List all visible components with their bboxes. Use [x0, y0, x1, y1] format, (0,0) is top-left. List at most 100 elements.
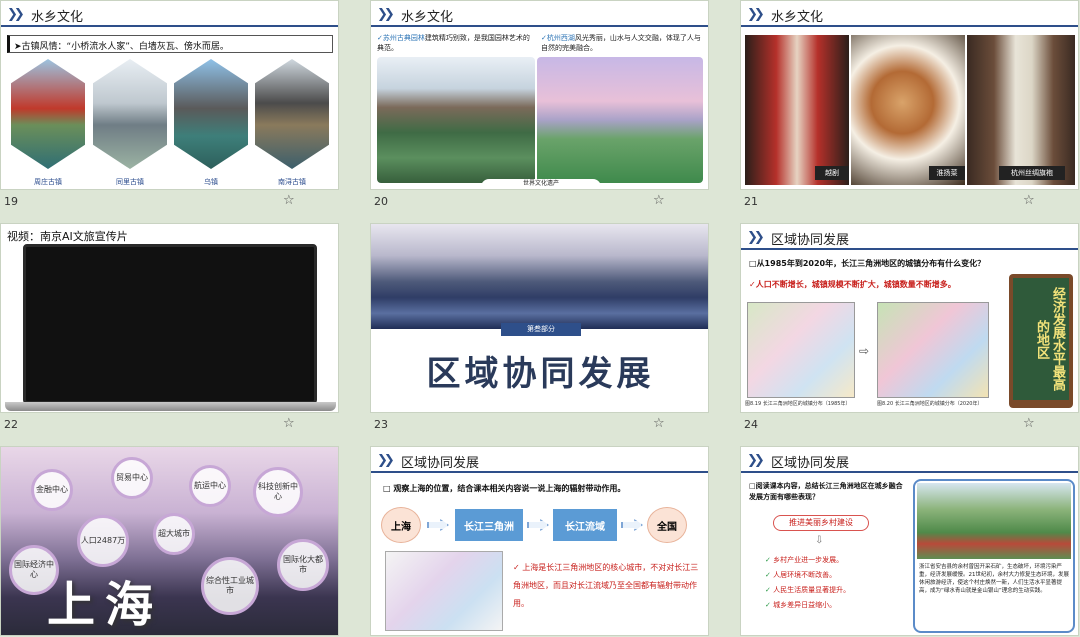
double-chevron-icon: ❯❯	[377, 453, 395, 468]
town-photo	[174, 59, 248, 169]
slide-title: 水乡文化	[771, 10, 824, 25]
list-item: ✓ 人居环境不断改善。	[765, 571, 837, 579]
bubble: 人口2487万	[77, 515, 129, 567]
left-description: ✓苏州古典园林建筑精巧别致，是我国园林艺术的典范。	[377, 34, 530, 52]
arrow-right-icon	[527, 519, 549, 531]
bubble: 综合性工业城市	[201, 557, 259, 615]
silk-qipao-photo	[967, 35, 1075, 185]
slide-number: 20	[374, 195, 388, 208]
answer-text: ✓ 上海是长江三角洲地区的核心城市，不对对长江三角洲地区，而且对长江流域乃至全国…	[513, 563, 699, 608]
slide-title: 区域协同发展	[771, 456, 850, 471]
slide-22-canvas: 视频：南京AI文旅宣传片	[0, 223, 339, 413]
arrow-right-icon	[621, 519, 643, 531]
star-icon[interactable]: ☆	[1023, 193, 1035, 208]
slide-title: 水乡文化	[401, 10, 454, 25]
star-icon[interactable]: ☆	[653, 193, 665, 208]
west-lake-photo	[537, 57, 703, 183]
suzhou-garden-photo	[377, 57, 535, 183]
slide-number: 19	[4, 195, 18, 208]
city-skyline-photo	[371, 224, 708, 329]
case-study-text: 浙江省安吉县的余村曾因开采石矿，生态破坏，环境污染严重，经济发展缓慢。21世纪初…	[919, 564, 1070, 594]
slide-25-canvas: 上海 金融中心 贸易中心 航运中心 科技创新中心 人口2487万 超大城市 国际…	[0, 446, 339, 636]
huaiyang-cuisine-photo	[851, 35, 965, 185]
action-pill: 推进美丽乡村建设	[773, 515, 869, 531]
slide-26-canvas: ❯❯ 区域协同发展 □ 观察上海的位置，结合课本相关内容说一说上海的辐射带动作用…	[370, 446, 709, 636]
answer-text: ✓人口不断增长，城镇规模不断扩大，城镇数量不断增多。	[749, 280, 956, 289]
star-icon[interactable]: ☆	[283, 416, 295, 431]
arrow-down-icon: ⇩	[815, 535, 824, 546]
map-caption: 图8.19 长江三角洲地区的城镇分布（1985年）	[745, 401, 851, 407]
photo-caption: 周庄古镇	[34, 178, 62, 186]
question-text: □从1985年到2020年，长江三角洲地区的城镇分布有什么变化？	[749, 259, 986, 268]
photo-caption: 淮扬菜	[929, 166, 965, 180]
arrow-right-icon	[427, 519, 449, 531]
photo-caption: 南浔古镇	[278, 178, 306, 186]
slide-23-canvas: 第叁部分 区域协同发展	[370, 223, 709, 413]
photo-caption: 越剧	[815, 166, 849, 180]
bubble: 科技创新中心	[253, 467, 303, 517]
yucun-village-photo	[917, 483, 1071, 559]
blackboard-text: 经济发展水平最高的地区	[1013, 278, 1069, 400]
town-map-2020	[877, 302, 989, 398]
heritage-banner: 世界文化遗产	[481, 179, 601, 189]
bubble: 国际化大都市	[277, 539, 329, 591]
slide-number: 21	[744, 195, 758, 208]
town-photo	[93, 59, 167, 169]
slide-header: ❯❯ 水乡文化	[741, 1, 1078, 27]
double-chevron-icon: ❯❯	[377, 7, 395, 22]
points-list: ✓ 乡村产业进一步发展。 ✓ 人居环境不断改善。 ✓ 人民生活质量显著提升。 ✓…	[765, 553, 905, 613]
slide-21-canvas: ❯❯ 水乡文化 越剧 淮扬菜 杭州丝绸旗袍	[740, 0, 1079, 190]
slide-header: ❯❯ 水乡文化	[371, 1, 708, 27]
section-title: 区域协同发展	[426, 354, 655, 394]
laptop-base	[5, 402, 336, 411]
blackboard: 经济发展水平最高的地区	[1009, 274, 1073, 408]
slide-27-canvas: ❯❯ 区域协同发展 □阅读课本内容，总结长江三角洲地区在城乡融合发展方面有哪些表…	[740, 446, 1079, 636]
flow-node-shanghai: 上海	[381, 507, 421, 543]
slide-header: ❯❯ 区域协同发展	[741, 224, 1078, 250]
town-photo	[255, 59, 329, 169]
video-player[interactable]	[23, 244, 317, 404]
town-photo	[11, 59, 85, 169]
bubble: 贸易中心	[111, 457, 153, 499]
bubble: 国际经济中心	[9, 545, 59, 595]
slide-number: 22	[4, 418, 18, 431]
list-item: ✓ 乡村产业进一步发展。	[765, 556, 844, 564]
slide-title: 水乡文化	[31, 10, 84, 25]
star-icon[interactable]: ☆	[1023, 416, 1035, 431]
flow-node-yangtze-delta: 长江三角洲	[455, 509, 523, 541]
star-icon[interactable]: ☆	[653, 416, 665, 431]
slide-20-canvas: ❯❯ 水乡文化 ✓苏州古典园林建筑精巧别致，是我国园林艺术的典范。 ✓杭州西湖风…	[370, 0, 709, 190]
photo-caption: 杭州丝绸旗袍	[999, 166, 1065, 180]
section-tag: 第叁部分	[501, 323, 581, 336]
bubble: 金融中心	[31, 469, 73, 511]
double-chevron-icon: ❯❯	[747, 7, 765, 22]
slide-title: 视频：南京AI文旅宣传片	[7, 230, 128, 243]
slide-number: 23	[374, 418, 388, 431]
right-description: ✓杭州西湖风光秀丽，山水与人文交融，体现了人与自然的完美融合。	[541, 34, 701, 52]
photo-caption: 乌镇	[204, 178, 218, 186]
photo-caption: 同里古镇	[116, 178, 144, 186]
slide-number: 24	[744, 418, 758, 431]
slide-header: ❯❯ 区域协同发展	[371, 447, 708, 473]
shanghai-map	[385, 551, 503, 631]
town-map-1985	[747, 302, 855, 398]
slide-24-canvas: ❯❯ 区域协同发展 □从1985年到2020年，长江三角洲地区的城镇分布有什么变…	[740, 223, 1079, 413]
slide-title: 区域协同发展	[401, 456, 480, 471]
list-item: ✓ 城乡差异日益缩小。	[765, 601, 837, 609]
double-chevron-icon: ❯❯	[7, 7, 25, 22]
shanghai-title: 上海	[47, 577, 164, 633]
bubble: 航运中心	[189, 465, 231, 507]
slide-19-canvas: ❯❯ 水乡文化 ➤古镇风情：“小桥流水人家”、白墙灰瓦、傍水而居。 周庄古镇 同…	[0, 0, 339, 190]
star-icon[interactable]: ☆	[283, 193, 295, 208]
double-chevron-icon: ❯❯	[747, 453, 765, 468]
case-study-card: 浙江省安吉县的余村曾因开采石矿，生态破坏，环境污染严重，经济发展缓慢。21世纪初…	[913, 479, 1075, 633]
question-text: □ 观察上海的位置，结合课本相关内容说一说上海的辐射带动作用。	[383, 484, 626, 493]
subtitle-box: ➤古镇风情：“小桥流水人家”、白墙灰瓦、傍水而居。	[7, 35, 333, 53]
bubble: 超大城市	[153, 513, 195, 555]
map-caption: 图8.20 长江三角洲地区的城镇分布（2020年）	[877, 401, 983, 407]
slide-title: 区域协同发展	[771, 233, 850, 248]
yue-opera-photo	[745, 35, 849, 185]
flow-node-nation: 全国	[647, 507, 687, 543]
question-text: □阅读课本内容，总结长江三角洲地区在城乡融合发展方面有哪些表现？	[749, 482, 903, 501]
flow-node-yangtze-basin: 长江流域	[553, 509, 617, 541]
